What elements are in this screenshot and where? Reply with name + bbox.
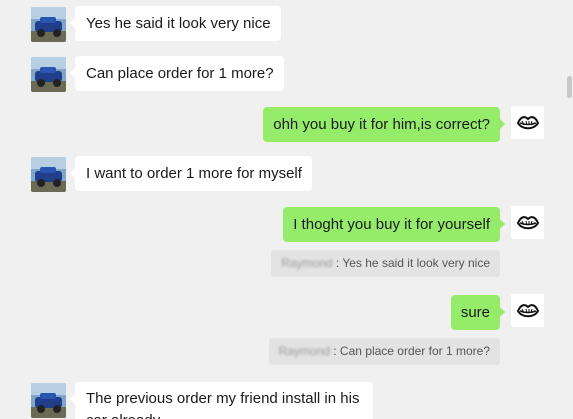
message-bubble[interactable]: The previous order my friend install in … bbox=[70, 382, 373, 419]
message-text: sure bbox=[460, 304, 490, 321]
self-avatar[interactable] bbox=[511, 206, 544, 239]
message-bubble[interactable]: I thoght you buy it for yourself bbox=[283, 207, 505, 242]
blue-car-photo-icon bbox=[31, 57, 66, 92]
contact-avatar[interactable] bbox=[31, 157, 66, 192]
blue-car-photo-icon bbox=[31, 157, 66, 192]
self-avatar[interactable] bbox=[511, 294, 544, 327]
quoted-text: : Can place order for 1 more? bbox=[329, 344, 490, 358]
message-bubble[interactable]: sure bbox=[450, 295, 506, 330]
self-avatar[interactable] bbox=[511, 106, 544, 139]
message-text: I thoght you buy it for yourself bbox=[293, 216, 490, 233]
message-text: ohh you buy it for him,is correct? bbox=[273, 116, 490, 133]
message-bubble[interactable]: I want to order 1 more for myself bbox=[70, 156, 312, 191]
message-bubble[interactable]: Yes he said it look very nice bbox=[70, 6, 281, 41]
quoted-message[interactable]: Raymond : Yes he said it look very nice bbox=[271, 250, 500, 277]
message-text: Yes he said it look very nice bbox=[86, 15, 271, 32]
quoted-message[interactable]: Raymond : Can place order for 1 more? bbox=[268, 338, 500, 365]
lips-logo-icon bbox=[516, 215, 539, 229]
contact-avatar[interactable] bbox=[31, 7, 66, 42]
chat-window: Yes he said it look very nice Can place … bbox=[0, 0, 573, 419]
contact-avatar[interactable] bbox=[31, 383, 66, 418]
message-bubble[interactable]: ohh you buy it for him,is correct? bbox=[263, 107, 505, 142]
message-text: The previous order my friend install in … bbox=[86, 390, 360, 419]
lips-logo-icon bbox=[516, 115, 539, 129]
blue-car-photo-icon bbox=[31, 383, 66, 418]
quoted-sender-name: Raymond bbox=[278, 344, 330, 358]
message-text: Can place order for 1 more? bbox=[86, 65, 274, 82]
blue-car-photo-icon bbox=[31, 7, 66, 42]
scrollbar[interactable] bbox=[565, 0, 573, 419]
message-text: I want to order 1 more for myself bbox=[86, 165, 302, 182]
quoted-sender-name: Raymond bbox=[281, 256, 333, 270]
scrollbar-thumb[interactable] bbox=[567, 76, 572, 98]
message-bubble[interactable]: Can place order for 1 more? bbox=[70, 56, 284, 91]
quoted-text: : Yes he said it look very nice bbox=[332, 256, 490, 270]
contact-avatar[interactable] bbox=[31, 57, 66, 92]
lips-logo-icon bbox=[516, 303, 539, 317]
